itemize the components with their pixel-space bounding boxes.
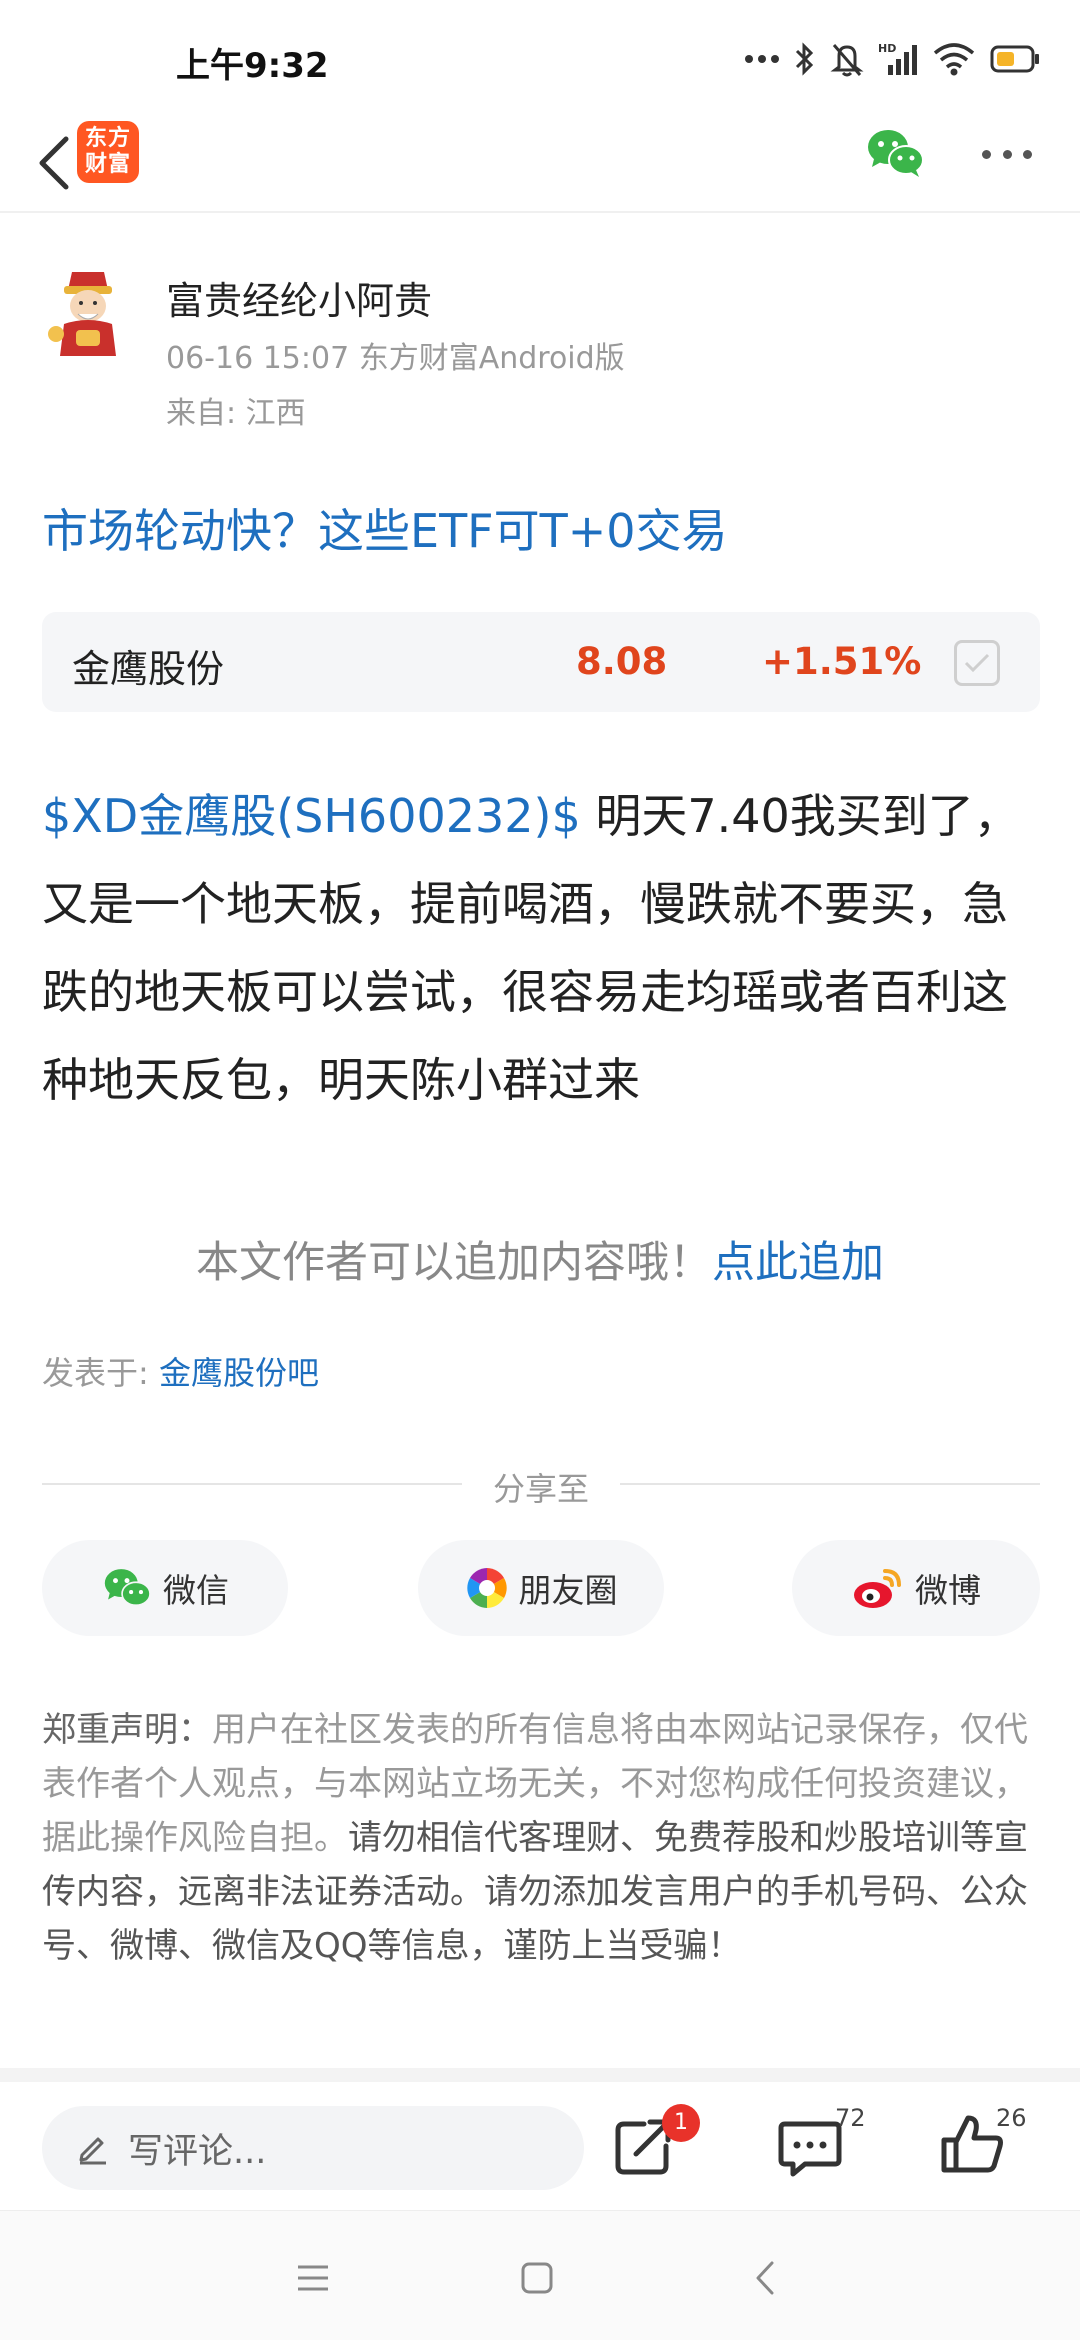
pencil-icon — [79, 2137, 106, 2165]
checkmark-icon — [964, 653, 990, 673]
author-avatar[interactable] — [46, 268, 130, 360]
logo-line-2: 财富 — [84, 152, 131, 177]
logo-line-1: 东方 — [84, 126, 131, 151]
comment-placeholder: 写评论... — [128, 2131, 267, 2172]
system-nav-bar — [0, 2210, 1080, 2340]
share-wechat-button[interactable]: 微信 — [42, 1540, 288, 1636]
battery-icon — [990, 45, 1039, 73]
svg-text:HD: HD — [878, 42, 896, 55]
weibo-icon — [854, 1569, 901, 1608]
disclaimer-title: 郑重声明： — [42, 1710, 212, 1750]
home-square-icon — [521, 2262, 553, 2294]
comment-input[interactable]: 写评论... — [42, 2106, 584, 2190]
more-dot-icon — [1023, 149, 1032, 159]
nav-back-button[interactable] — [735, 2253, 795, 2303]
share-moments-button[interactable]: 朋友圈 — [418, 1540, 664, 1636]
post-location: 来自: 江西 — [166, 396, 306, 431]
nav-recents-button[interactable] — [283, 2253, 343, 2303]
comment-count: 72 — [835, 2104, 866, 2132]
post-title[interactable]: 市场轮动快？这些ETF可T+0交易 — [42, 495, 728, 561]
stock-card[interactable]: 金鹰股份 8.08 +1.51% — [42, 612, 1040, 712]
share-wechat-label: 微信 — [163, 1571, 229, 1610]
append-link[interactable]: 点此追加 — [712, 1238, 884, 1288]
status-icons: HD — [744, 36, 1040, 82]
signal-icon: HD — [878, 42, 917, 75]
section-separator — [0, 2068, 1080, 2082]
divider-line-right — [620, 1483, 1040, 1485]
app-logo[interactable]: 东方 财富 — [77, 121, 139, 183]
nav-home-button[interactable] — [507, 2253, 567, 2303]
stock-change: +1.51% — [762, 640, 922, 683]
more-options-button[interactable] — [976, 131, 1038, 177]
menu-lines-icon — [298, 2265, 328, 2291]
more-dot-icon — [1002, 149, 1012, 159]
more-dot-icon — [982, 149, 991, 159]
posted-in: 发表于: 金鹰股份吧 — [42, 1348, 319, 1394]
chevron-left-icon — [756, 2261, 774, 2295]
wechat-icon — [868, 130, 924, 177]
wifi-icon — [933, 43, 975, 76]
moments-aperture-icon — [466, 1568, 507, 1608]
stock-bar-link[interactable]: 金鹰股份吧 — [159, 1354, 319, 1392]
share-divider: 分享至 — [42, 1464, 1040, 1508]
like-count: 26 — [996, 2104, 1027, 2132]
caishen-avatar-icon — [48, 272, 116, 356]
author-name[interactable]: 富贵经纶小阿贵 — [166, 270, 432, 325]
share-weibo-button[interactable]: 微博 — [792, 1540, 1040, 1636]
action-bar: 写评论... 1 72 26 — [0, 2082, 1080, 2210]
append-prompt: 本文作者可以追加内容哦！点此追加 — [0, 1228, 1080, 1290]
share-label: 分享至 — [492, 1470, 589, 1508]
posted-in-label: 发表于: — [42, 1354, 159, 1392]
stock-name: 金鹰股份 — [72, 647, 225, 691]
wechat-icon — [104, 1569, 151, 1607]
watchlist-checkbox[interactable] — [954, 640, 1000, 686]
header-bar: 东方 财富 — [0, 115, 1080, 213]
wechat-share-button[interactable] — [864, 125, 926, 181]
share-moments-label: 朋友圈 — [518, 1571, 618, 1610]
share-weibo-label: 微博 — [915, 1571, 981, 1610]
status-time: 上午9:32 — [176, 46, 329, 86]
disclaimer: 郑重声明：用户在社区发表的所有信息将由本网站记录保存，仅代表作者个人观点，与本网… — [42, 1703, 1042, 1973]
append-prompt-text: 本文作者可以追加内容哦！ — [196, 1238, 712, 1288]
stock-link[interactable]: $XD金鹰股(SH600232)$ — [42, 789, 581, 843]
status-bar: 上午9:32 HD — [0, 0, 1080, 115]
bluetooth-icon — [795, 42, 814, 76]
more-notifications-icon — [745, 55, 779, 63]
post-meta: 06-16 15:07 东方财富Android版 — [166, 341, 625, 376]
stock-price: 8.08 — [576, 640, 668, 683]
mute-bell-icon — [830, 44, 864, 77]
chevron-left-icon — [39, 136, 69, 190]
post-body: $XD金鹰股(SH600232)$ 明天7.40我买到了，又是一个地天板，提前喝… — [42, 772, 1042, 1124]
share-badge: 1 — [662, 2104, 700, 2142]
